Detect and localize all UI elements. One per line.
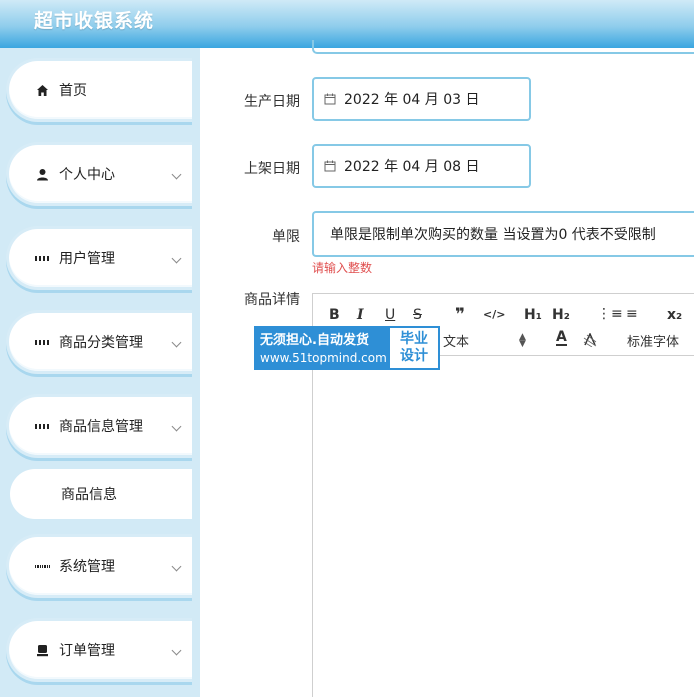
listing-date-input[interactable]: 2022 年 04 月 08 日 — [312, 144, 531, 188]
watermark-text: 无须担心.自动发货 www.51topmind.com — [254, 326, 388, 370]
watermark-banner: 无须担心.自动发货 www.51topmind.com 毕业 设计 — [254, 326, 440, 370]
grid-icon — [35, 419, 49, 433]
sidebar-subitem-product-info[interactable]: 商品信息 — [10, 469, 192, 519]
limit-value: 单限是限制单次购买的数量 当设置为0 代表不受限制 — [330, 227, 656, 243]
chevron-down-icon — [171, 253, 182, 264]
ordered-list-icon[interactable]: ⋮≡ — [597, 306, 623, 322]
sidebar-item-label: 订单管理 — [59, 643, 115, 659]
chevron-down-icon — [171, 169, 182, 180]
bullet-list-icon[interactable]: ≡ — [626, 306, 638, 322]
background-color-icon[interactable] — [583, 332, 597, 351]
code-icon[interactable]: </> — [483, 308, 505, 321]
sidebar-item-category[interactable]: 商品分类管理 — [6, 310, 192, 374]
watermark-line2: www.51topmind.com — [260, 351, 387, 365]
watermark-badge-line1: 毕业 — [400, 331, 428, 347]
home-icon — [35, 83, 49, 97]
sidebar-item-users[interactable]: 用户管理 — [6, 226, 192, 290]
chevron-down-icon — [171, 561, 182, 572]
sidebar-subitem-label: 商品信息 — [61, 487, 117, 503]
header2-button[interactable]: H₂ — [552, 307, 570, 323]
subscript-button[interactable]: x₂ — [667, 307, 682, 323]
sidebar-item-system[interactable]: 系统管理 — [6, 534, 192, 598]
italic-button[interactable]: I — [357, 307, 364, 323]
font-family-select[interactable]: 标准字体 — [627, 331, 679, 350]
limit-error-message: 请输入整数 — [312, 261, 373, 275]
listing-date-value: 2022 年 04 月 08 日 — [344, 159, 480, 175]
sidebar-item-label: 商品分类管理 — [59, 335, 143, 351]
sidebar-item-home[interactable]: 首页 — [6, 58, 192, 122]
sidebar-item-label: 首页 — [59, 83, 87, 99]
sidebar-item-label: 系统管理 — [59, 559, 115, 575]
production-date-value: 2022 年 04 月 03 日 — [344, 92, 480, 108]
calendar-icon — [324, 90, 336, 109]
chevron-down-icon — [171, 421, 182, 432]
app-title: 超市收银系统 — [34, 10, 155, 32]
chevron-down-icon — [171, 645, 182, 656]
sidebar-item-profile[interactable]: 个人中心 — [6, 142, 192, 206]
underline-button[interactable]: U — [385, 307, 395, 323]
limit-input[interactable]: 单限是限制单次购买的数量 当设置为0 代表不受限制 — [312, 211, 694, 257]
sidebar-item-label: 个人中心 — [59, 167, 115, 183]
watermark-line1: 无须担心.自动发货 — [260, 333, 369, 348]
order-icon — [35, 643, 49, 657]
strikethrough-button[interactable]: S — [413, 307, 422, 323]
detail-label: 商品详情 — [244, 292, 300, 308]
header1-button[interactable]: H₁ — [524, 307, 542, 323]
font-color-button[interactable]: A — [556, 330, 567, 346]
select-arrows-icon: ▲ ▼ — [519, 332, 526, 349]
previous-field-edge — [312, 40, 694, 54]
grid-icon — [35, 335, 49, 349]
sidebar: 首页 个人中心 用户管理 商品分类管理 商品信息管理 商品信息 系统管理 订单管… — [0, 48, 200, 697]
sidebar-item-label: 商品信息管理 — [59, 419, 143, 435]
apps-icon — [35, 559, 49, 573]
size-select[interactable]: 文本 — [443, 331, 469, 350]
user-icon — [35, 167, 49, 181]
watermark-badge-line2: 设计 — [400, 348, 428, 364]
calendar-icon — [324, 157, 336, 176]
sidebar-item-product-info[interactable]: 商品信息管理 — [6, 394, 192, 458]
bold-button[interactable]: B — [329, 307, 340, 323]
listing-date-label: 上架日期 — [244, 161, 300, 177]
grid-icon — [35, 251, 49, 265]
watermark-badge: 毕业 设计 — [388, 326, 440, 370]
production-date-label: 生产日期 — [244, 94, 300, 110]
production-date-input[interactable]: 2022 年 04 月 03 日 — [312, 77, 531, 121]
limit-label: 单限 — [272, 229, 300, 245]
quote-icon[interactable]: ❞ — [455, 305, 465, 325]
chevron-down-icon — [171, 337, 182, 348]
sidebar-item-label: 用户管理 — [59, 251, 115, 267]
sidebar-item-orders[interactable]: 订单管理 — [6, 618, 192, 682]
